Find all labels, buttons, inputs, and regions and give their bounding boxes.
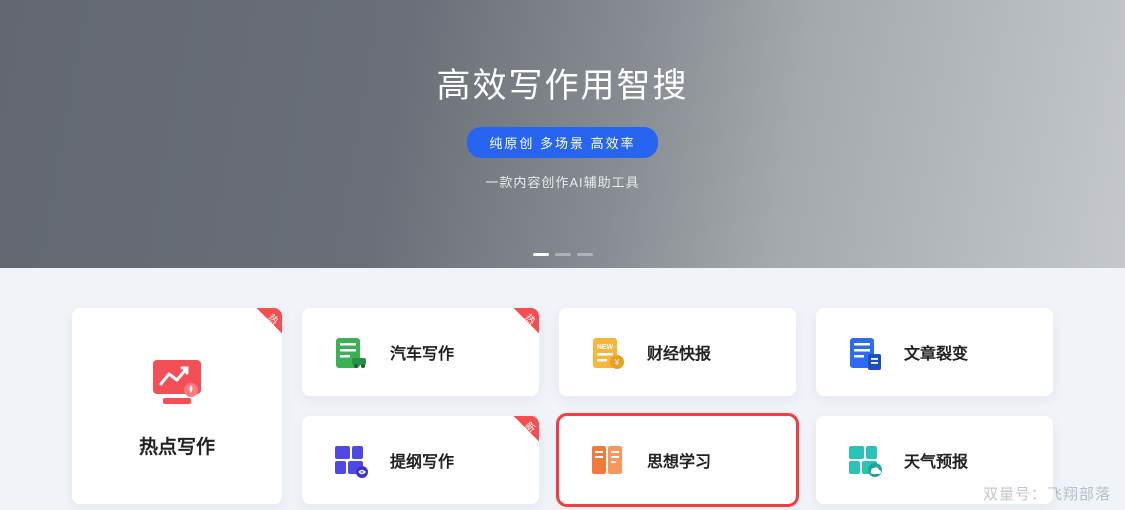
- category-card-study[interactable]: 思想学习: [559, 416, 796, 504]
- hero-subtitle: 一款内容创作AI辅助工具: [485, 172, 639, 191]
- svg-text:NEW: NEW: [597, 344, 614, 351]
- weather-icon: [844, 440, 884, 480]
- card-label: 汽车写作: [390, 340, 454, 364]
- split-icon: [844, 332, 884, 372]
- trending-icon: [149, 354, 205, 410]
- category-card-finance[interactable]: NEW¥ 财经快报: [559, 308, 796, 396]
- hero-banner: 高效写作用智搜 纯原创 多场景 高效率 一款内容创作AI辅助工具: [0, 0, 1125, 268]
- featured-card-hot-writing[interactable]: 热 热点写作: [72, 308, 282, 504]
- outline-icon: [330, 440, 370, 480]
- finance-icon: NEW¥: [587, 332, 627, 372]
- category-card-outline[interactable]: 新提纲写作: [302, 416, 539, 504]
- ribbon-badge: 新: [505, 416, 539, 450]
- watermark-text: 双量号：飞翔部落: [983, 483, 1111, 504]
- hero-tagline-pill: 纯原创 多场景 高效率: [467, 127, 657, 158]
- carousel-dots[interactable]: [533, 253, 593, 256]
- card-label: 财经快报: [647, 340, 711, 364]
- svg-text:¥: ¥: [614, 358, 620, 367]
- hero-title: 高效写作用智搜: [437, 58, 689, 107]
- card-label: 文章裂变: [904, 340, 968, 364]
- card-label: 天气预报: [904, 448, 968, 472]
- carousel-dot[interactable]: [555, 253, 571, 256]
- category-card-split[interactable]: 文章裂变: [816, 308, 1053, 396]
- category-grid: 热 热点写作 热汽车写作 NEW¥ 财经快报 文章裂变新提纲写作 思想学习 天气预报: [0, 268, 1125, 504]
- ribbon-badge: 热: [505, 308, 539, 342]
- carousel-dot[interactable]: [577, 253, 593, 256]
- carousel-dot[interactable]: [533, 253, 549, 256]
- card-label: 思想学习: [647, 448, 711, 472]
- card-label: 提纲写作: [390, 448, 454, 472]
- category-card-car-doc[interactable]: 热汽车写作: [302, 308, 539, 396]
- car-doc-icon: [330, 332, 370, 372]
- hot-ribbon: 热: [248, 308, 282, 342]
- featured-card-label: 热点写作: [139, 432, 215, 459]
- study-icon: [587, 440, 627, 480]
